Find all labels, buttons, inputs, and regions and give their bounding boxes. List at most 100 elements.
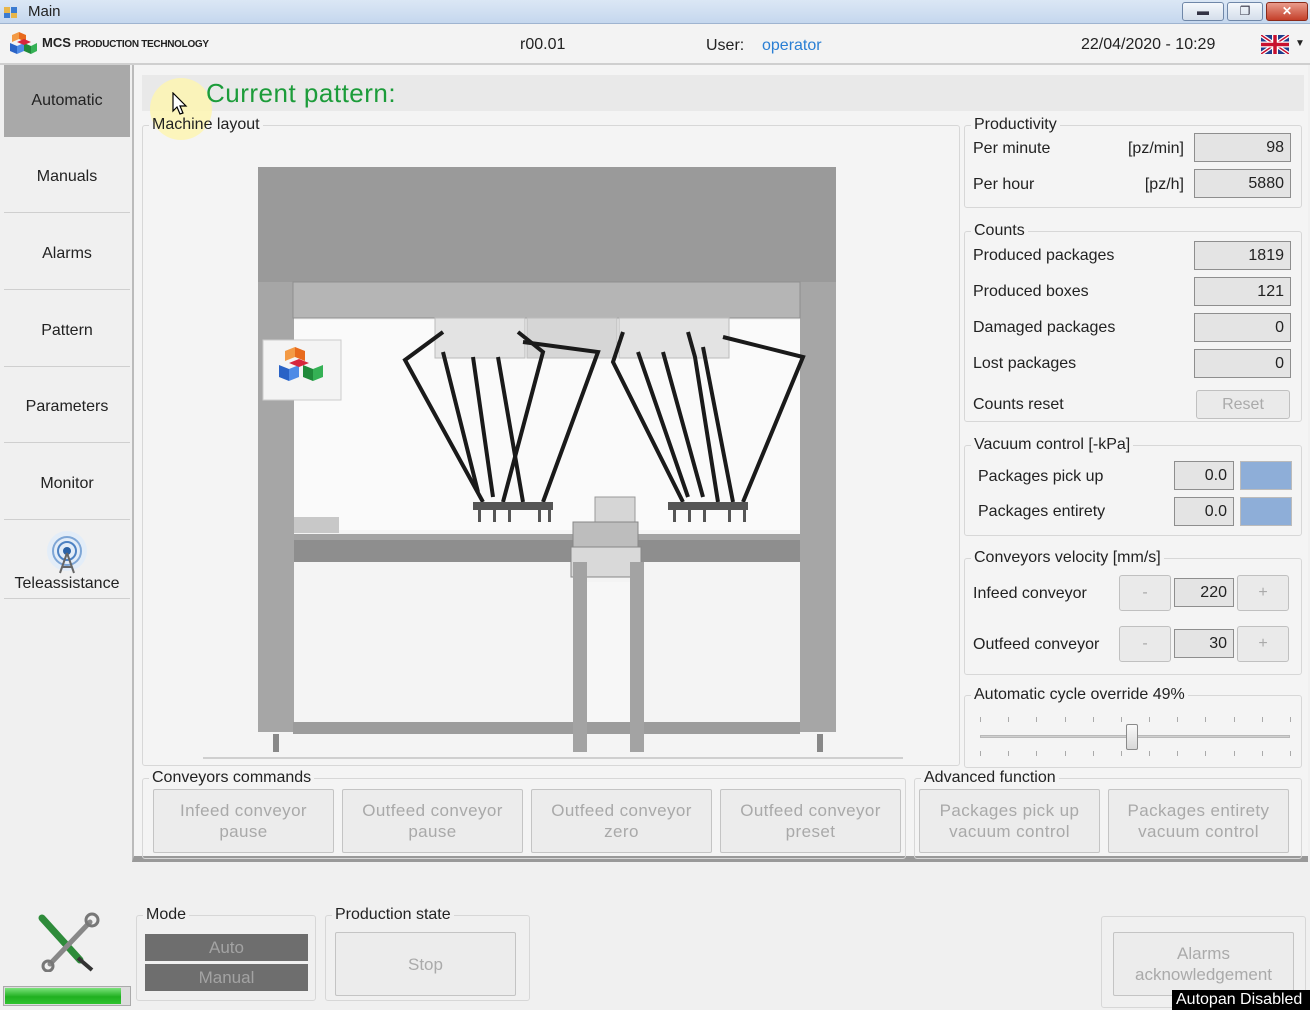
sidebar-item-label: Manuals — [36, 167, 98, 185]
button-line: zero — [604, 822, 639, 841]
button-line: preset — [785, 822, 836, 841]
per-hour-unit: [pz/h] — [1144, 176, 1184, 193]
button-line: vacuum control — [949, 822, 1070, 841]
slider-tick — [1233, 717, 1235, 722]
brand-name: MCS — [42, 35, 71, 50]
packages-entirety-vacuum-value: 0.0 — [1174, 497, 1234, 526]
language-dropdown-icon[interactable]: ▼ — [1295, 38, 1305, 49]
outfeed-conveyor-label: Outfeed conveyor — [973, 636, 1100, 653]
slider-tick — [1092, 751, 1094, 756]
slider-tick — [980, 717, 981, 722]
sidebar-item-label: Pattern — [41, 321, 93, 339]
outfeed-velocity-value[interactable]: 30 — [1174, 629, 1234, 658]
counts-title: Counts — [974, 222, 1025, 239]
sidebar-item-alarms[interactable]: Alarms — [4, 218, 130, 290]
window-title: Main — [28, 3, 61, 20]
packages-entirety-vacuum-indicator — [1240, 497, 1292, 526]
sidebar: Automatic Manuals Alarms Pattern Paramet… — [0, 65, 132, 907]
progress-bar-fill — [5, 988, 121, 1004]
machine-layout-diagram — [203, 167, 903, 759]
outfeed-conveyor-preset-button[interactable]: Outfeed conveyor preset — [720, 789, 901, 853]
mouse-cursor-icon — [172, 92, 188, 115]
slider-tick — [1290, 717, 1291, 722]
button-line: Outfeed conveyor — [740, 801, 881, 820]
system-progress-bar — [3, 986, 131, 1006]
teleassistance-antenna-icon — [47, 530, 87, 573]
alarms-acknowledgement-button[interactable]: Alarms acknowledgement — [1113, 932, 1294, 996]
packages-pickup-vacuum-indicator — [1240, 461, 1292, 490]
button-line: Infeed conveyor — [180, 801, 307, 820]
maximize-button[interactable]: ❐ — [1227, 2, 1263, 21]
packages-pickup-vacuum-control-button[interactable]: Packages pick up vacuum control — [919, 789, 1100, 853]
datetime-display: 22/04/2020 - 10:29 — [1081, 36, 1216, 53]
slider-tick — [1290, 751, 1291, 756]
tools-wrench-screwdriver-icon[interactable] — [36, 912, 100, 972]
slider-tick — [1233, 751, 1235, 756]
cycle-override-title: Automatic cycle override 49% — [974, 686, 1185, 703]
infeed-velocity-value[interactable]: 220 — [1174, 578, 1234, 607]
button-line: Packages entirety — [1127, 801, 1270, 820]
close-button[interactable]: ✕ — [1266, 2, 1308, 21]
uk-flag-icon[interactable] — [1261, 35, 1289, 54]
button-line: Packages pick up — [939, 801, 1080, 820]
slider-tick — [1177, 717, 1179, 722]
infeed-velocity-increase-button[interactable]: + — [1237, 575, 1289, 611]
button-line: acknowledgement — [1134, 965, 1273, 984]
button-line: vacuum control — [1138, 822, 1259, 841]
status-bar: Mode Auto Manual Production state Stop A… — [0, 868, 1310, 1010]
cycle-override-slider-thumb[interactable] — [1125, 724, 1138, 750]
sidebar-item-automatic[interactable]: Automatic — [4, 65, 130, 137]
packages-entirety-vacuum-label: Packages entirety — [978, 503, 1106, 520]
conveyors-velocity-title: Conveyors velocity [mm/s] — [974, 549, 1161, 566]
slider-tick — [1120, 717, 1122, 722]
packages-pickup-vacuum-value: 0.0 — [1174, 461, 1234, 490]
slider-tick — [1036, 717, 1038, 722]
slider-tick — [1008, 717, 1010, 722]
slider-tick — [1205, 717, 1207, 722]
machine-layout-group: Machine layout — [142, 116, 960, 766]
sidebar-item-parameters[interactable]: Parameters — [4, 371, 130, 443]
outfeed-conveyor-zero-button[interactable]: Outfeed conveyor zero — [531, 789, 712, 853]
slider-tick — [1120, 751, 1122, 756]
outfeed-conveyor-pause-button[interactable]: Outfeed conveyor pause — [342, 789, 523, 853]
current-pattern-label: Current pattern: — [206, 78, 397, 108]
mode-auto-button[interactable]: Auto — [145, 934, 308, 961]
button-line: pause — [408, 822, 457, 841]
sidebar-item-teleassistance[interactable]: Teleassistance — [4, 523, 130, 599]
counts-reset-label: Counts reset — [973, 396, 1064, 413]
app-window-icon — [4, 7, 17, 18]
packages-pickup-vacuum-label: Packages pick up — [978, 468, 1104, 485]
infeed-conveyor-pause-button[interactable]: Infeed conveyor pause — [153, 789, 334, 853]
machine-layout-title: Machine layout — [152, 116, 260, 133]
sidebar-item-monitor[interactable]: Monitor — [4, 448, 130, 520]
sidebar-item-pattern[interactable]: Pattern — [4, 295, 130, 367]
software-version: r00.01 — [520, 36, 566, 53]
slider-tick — [1205, 751, 1207, 756]
minimize-button[interactable]: ▬ — [1182, 2, 1224, 21]
outfeed-velocity-decrease-button[interactable]: - — [1119, 626, 1171, 662]
damaged-packages-label: Damaged packages — [973, 319, 1116, 336]
infeed-conveyor-label: Infeed conveyor — [973, 585, 1087, 602]
outfeed-velocity-increase-button[interactable]: + — [1237, 626, 1289, 662]
slider-tick — [1177, 751, 1179, 756]
production-state-title: Production state — [335, 906, 451, 923]
packages-entirety-vacuum-control-button[interactable]: Packages entirety vacuum control — [1108, 789, 1289, 853]
conveyors-commands-title: Conveyors commands — [152, 769, 312, 786]
button-line: pause — [219, 822, 268, 841]
slider-tick — [1261, 751, 1263, 756]
slider-tick — [1036, 751, 1038, 756]
mcs-logo-icon — [10, 32, 37, 54]
sidebar-item-manuals[interactable]: Manuals — [4, 141, 130, 213]
produced-boxes-label: Produced boxes — [973, 283, 1089, 300]
per-minute-unit: [pz/min] — [1127, 140, 1184, 157]
mode-manual-button[interactable]: Manual — [145, 964, 308, 991]
app-header: MCS PRODUCTION TECHNOLOGY r00.01 User: o… — [0, 24, 1310, 65]
slider-tick — [1064, 717, 1066, 722]
slider-tick — [1008, 751, 1010, 756]
infeed-velocity-decrease-button[interactable]: - — [1119, 575, 1171, 611]
per-minute-label: Per minute — [973, 140, 1051, 157]
slider-tick — [1149, 751, 1151, 756]
stop-button[interactable]: Stop — [335, 932, 516, 996]
counts-reset-button[interactable]: Reset — [1196, 390, 1290, 419]
user-value[interactable]: operator — [762, 37, 822, 55]
